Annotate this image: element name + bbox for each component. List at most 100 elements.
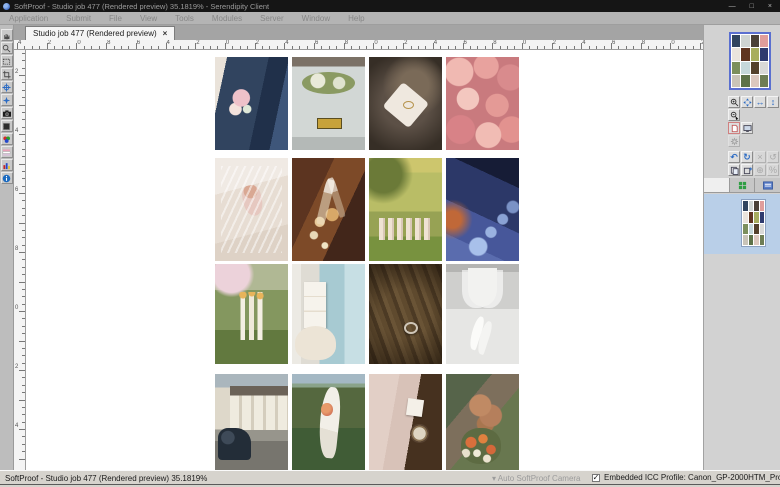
tab-list-view[interactable] <box>755 178 780 192</box>
camera-dropdown[interactable]: ▾ Auto SoftProof Camera <box>492 474 581 483</box>
crop-icon <box>2 70 11 79</box>
selection-box-icon <box>2 122 11 131</box>
panel-tabs <box>704 178 780 193</box>
photo-vintage-car-street[interactable] <box>215 374 288 470</box>
marquee-tool-button[interactable] <box>1 55 13 67</box>
menu-help[interactable]: Help <box>339 14 373 23</box>
marquee-icon <box>2 57 11 66</box>
hand-icon <box>2 31 11 40</box>
vertical-ruler: 2468024 <box>14 50 26 470</box>
undo-button[interactable]: ↶ <box>728 151 740 163</box>
close-button[interactable]: × <box>768 3 772 10</box>
photo-bride-holding-shoes[interactable] <box>215 158 288 261</box>
photo-ring-on-wood[interactable] <box>369 264 442 364</box>
transform-button[interactable] <box>741 164 753 176</box>
color-bars-tool-button[interactable] <box>1 146 13 158</box>
histogram-icon <box>2 161 11 170</box>
tab-pages[interactable] <box>704 178 730 192</box>
registration-tool-button[interactable] <box>1 81 13 93</box>
pasteboard-thumbnail[interactable] <box>741 199 766 247</box>
monitor-icon <box>743 124 752 133</box>
menu-tools[interactable]: Tools <box>166 14 203 23</box>
camera-tool-button[interactable] <box>1 107 13 119</box>
color-wheel-tool-button[interactable] <box>1 133 13 145</box>
tab-grid-view[interactable] <box>730 178 756 192</box>
tab-close-icon[interactable]: × <box>163 29 168 38</box>
info-icon <box>2 174 11 183</box>
page-icon <box>730 124 739 133</box>
photo-groom-boutonniere[interactable] <box>215 57 288 150</box>
monitor-button[interactable] <box>741 122 753 134</box>
zoom-in-button[interactable] <box>728 96 740 108</box>
tab-studio-job[interactable]: Studio job 477 (Rendered preview) × <box>25 26 175 40</box>
menu-server[interactable]: Server <box>251 14 293 23</box>
crop-tool-button[interactable] <box>1 68 13 80</box>
menu-file[interactable]: File <box>100 14 131 23</box>
menu-window[interactable]: Window <box>293 14 339 23</box>
delete-icon: × <box>757 153 762 162</box>
registration-icon <box>2 83 11 92</box>
proof-canvas[interactable] <box>26 50 703 470</box>
rgb-circles-icon <box>2 135 11 144</box>
fit-width-icon: ↔ <box>756 98 765 107</box>
photo-reception-tables[interactable] <box>446 158 519 261</box>
photo-bridesmaids-tree[interactable] <box>369 158 442 261</box>
info-tool-button[interactable] <box>1 172 13 184</box>
window-title: SoftProof - Studio job 477 (Rendered pre… <box>14 2 269 11</box>
minimize-button[interactable]: — <box>729 3 736 10</box>
photo-bridal-heels[interactable] <box>446 264 519 364</box>
photo-aisle-candles[interactable] <box>215 264 288 364</box>
dropdown-arrow-icon: ▾ <box>492 474 496 483</box>
maximize-button[interactable]: □ <box>750 3 754 10</box>
photo-champagne-toast[interactable] <box>292 158 365 261</box>
photo-bride-in-field[interactable] <box>292 374 365 470</box>
fit-window-button[interactable] <box>741 96 753 108</box>
rotate-icon: ↺ <box>769 153 777 162</box>
magnifier-plus-icon <box>730 98 739 107</box>
delete-button[interactable]: × <box>754 151 766 163</box>
fit-height-button[interactable]: ↕ <box>767 96 779 108</box>
duplicate-icon <box>730 166 739 175</box>
menu-bar: Application Submit File View Tools Modul… <box>0 12 780 25</box>
title-bar: SoftProof - Studio job 477 (Rendered pre… <box>0 0 780 12</box>
photo-wedding-cake[interactable] <box>292 264 365 364</box>
transform-icon <box>743 166 752 175</box>
page-preview-thumbnail[interactable] <box>729 32 771 90</box>
percent-icon: % <box>769 166 777 175</box>
horizontal-ruler: 420864202468024680246802 <box>14 40 703 50</box>
star-icon <box>2 96 11 105</box>
icc-profile-label: Embedded ICC Profile: Canon_GP-2000HTM_P… <box>604 473 780 482</box>
pasteboard-selected-row[interactable] <box>704 194 780 254</box>
navigator-tool-button[interactable] <box>1 94 13 106</box>
page-button[interactable] <box>728 122 740 134</box>
histogram-tool-button[interactable] <box>1 159 13 171</box>
menu-application[interactable]: Application <box>0 14 57 23</box>
settings-button[interactable] <box>728 135 740 147</box>
preview-mini-grid <box>731 34 769 88</box>
zoom-tool-button[interactable] <box>1 42 13 54</box>
photo-pink-ranunculus[interactable] <box>446 57 519 150</box>
photo-flat-lay[interactable] <box>369 374 442 470</box>
icc-checkbox[interactable]: ✓ <box>592 474 600 482</box>
right-panel: ↔ ↕ ↶ ↻ × ↺ <box>703 25 780 470</box>
rotate-button[interactable]: ↺ <box>767 151 779 163</box>
icc-profile-group: ✓ Embedded ICC Profile: Canon_GP-2000HTM… <box>592 473 780 482</box>
tab-label: Studio job 477 (Rendered preview) <box>33 29 157 38</box>
photo-wedding-car-garland[interactable] <box>292 57 365 150</box>
menu-view[interactable]: View <box>131 14 166 23</box>
duplicate-button[interactable] <box>728 164 740 176</box>
menu-modules[interactable]: Modules <box>203 14 251 23</box>
menu-submit[interactable]: Submit <box>57 14 100 23</box>
fit-height-icon: ↕ <box>771 98 776 107</box>
pan-tool-button[interactable] <box>1 29 13 41</box>
camera-dropdown-label: Auto SoftProof Camera <box>498 474 581 483</box>
scale-button[interactable]: % <box>767 164 779 176</box>
refresh-button[interactable]: ↻ <box>741 151 753 163</box>
selection-tool-button[interactable] <box>1 120 13 132</box>
globe-button[interactable]: ⊕ <box>754 164 766 176</box>
fit-width-button[interactable]: ↔ <box>754 96 766 108</box>
photo-ring-pillow[interactable] <box>369 57 442 150</box>
zoom-out-button[interactable] <box>728 109 740 121</box>
undo-icon: ↶ <box>730 153 738 162</box>
photo-hands-bouquet[interactable] <box>446 374 519 470</box>
